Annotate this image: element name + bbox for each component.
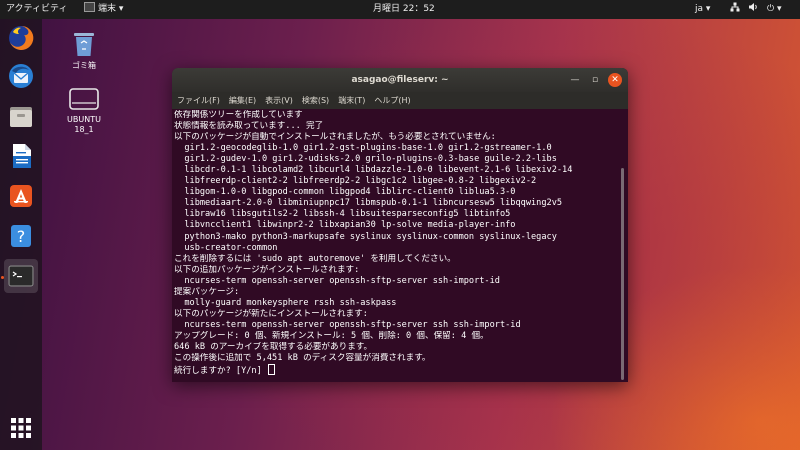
output-line: 以下の追加パッケージがインストールされます: xyxy=(174,264,360,275)
firefox-icon xyxy=(9,25,34,50)
files-icon xyxy=(10,107,32,127)
maximize-icon: ▫ xyxy=(591,75,599,85)
prompt-line: 続行しますか? [Y/n] xyxy=(174,364,614,375)
menu-search[interactable]: 検索(S) xyxy=(302,96,329,105)
dock-show-apps[interactable] xyxy=(4,411,38,445)
minimize-button[interactable]: — xyxy=(568,73,582,87)
minimize-icon: — xyxy=(570,75,580,85)
activities-button[interactable]: アクティビティ xyxy=(6,0,67,19)
terminal-icon xyxy=(8,265,34,287)
prompt-text: 続行しますか? [Y/n] xyxy=(174,366,267,376)
clock[interactable]: 月曜日 22：52 xyxy=(373,0,435,19)
output-line: 状態情報を読み取っています... 完了 xyxy=(174,121,324,132)
trash-icon xyxy=(74,33,94,56)
output-line: libraw16 libsgutils2-2 libssh-4 libsuite… xyxy=(174,209,511,220)
drive-icon xyxy=(69,88,99,110)
running-indicator xyxy=(1,276,4,279)
output-line: 以下のパッケージが新たにインストールされます: xyxy=(174,308,368,319)
menu-edit[interactable]: 編集(E) xyxy=(229,96,256,105)
terminal-output[interactable]: 依存関係ツリーを作成しています 状態情報を読み取っています... 完了 以下のパ… xyxy=(174,110,614,382)
dock-files[interactable] xyxy=(4,99,38,133)
volume-icon[interactable] xyxy=(748,0,758,19)
app-menu-label: 端末 ▾ xyxy=(98,4,124,14)
output-line: 646 kB のアーカイブを取得する必要があります。 xyxy=(174,341,373,352)
output-line: libgom-1.0-0 libgpod-common libgpod4 lib… xyxy=(174,187,516,198)
output-line: ncurses-term openssh-server openssh-sftp… xyxy=(174,275,500,286)
output-line: usb-creator-common xyxy=(174,242,278,253)
terminal-app-menu[interactable]: 端末 ▾ xyxy=(84,0,123,19)
output-line: ncurses-term openssh-server openssh-sftp… xyxy=(174,319,521,330)
thunderbird-icon xyxy=(9,64,33,88)
dock-terminal[interactable] xyxy=(4,259,38,293)
drive-label: UBUNTU 18_1 xyxy=(67,115,101,134)
text-cursor xyxy=(267,364,275,376)
desktop-drive[interactable]: UBUNTU 18_1 xyxy=(54,86,114,135)
close-button[interactable]: ✕ xyxy=(608,73,622,87)
scrollbar[interactable] xyxy=(621,168,624,380)
terminal-window[interactable]: asagao@fileserv: ~ — ▫ ✕ ファイル(F) 編集(E) 表示(… xyxy=(172,68,628,382)
dock-writer[interactable] xyxy=(4,139,38,173)
output-line: 依存関係ツリーを作成しています xyxy=(174,110,303,120)
input-method-menu[interactable]: ja ▾ xyxy=(695,0,710,19)
writer-icon xyxy=(13,144,31,168)
network-icon[interactable] xyxy=(730,0,740,19)
desktop-trash[interactable]: ゴミ箱 xyxy=(54,30,114,71)
top-bar: アクティビティ 端末 ▾ 月曜日 22：52 ja ▾ ⏻ ▾ xyxy=(0,0,800,19)
dock-thunderbird[interactable] xyxy=(4,59,38,93)
software-icon xyxy=(10,185,32,207)
menu-bar: ファイル(F) 編集(E) 表示(V) 検索(S) 端末(T) ヘルプ(H) xyxy=(172,92,628,109)
dock-firefox[interactable] xyxy=(4,21,38,55)
menu-file[interactable]: ファイル(F) xyxy=(177,96,220,105)
dock-software[interactable] xyxy=(4,179,38,213)
svg-text:?: ? xyxy=(17,227,26,246)
output-line: アップグレード: 0 個、新規インストール: 5 個、削除: 0 個、保留: 4… xyxy=(174,330,489,341)
output-line: libcdr-0.1-1 libcolamd2 libcurl4 libdazz… xyxy=(174,165,573,176)
output-line: gir1.2-geocodeglib-1.0 gir1.2-gst-plugin… xyxy=(174,143,552,154)
output-line: molly-guard monkeysphere rssh ssh-askpas… xyxy=(174,297,397,308)
terminal-small-icon xyxy=(84,2,95,12)
maximize-button[interactable]: ▫ xyxy=(588,73,602,87)
output-line: libvncclient1 libwinpr2-2 libxapian30 lp… xyxy=(174,220,516,231)
output-line: 以下のパッケージが自動でインストールされましたが、もう必要とされていません: xyxy=(174,132,496,143)
close-icon: ✕ xyxy=(611,75,619,85)
output-line: libfreerdp-client2-2 libfreerdp2-2 libgc… xyxy=(174,176,537,187)
output-line: この操作後に追加で 5,451 kB のディスク容量が消費されます。 xyxy=(174,353,431,364)
app-grid-icon xyxy=(11,418,31,438)
help-icon: ? xyxy=(11,225,31,247)
trash-label: ゴミ箱 xyxy=(72,61,96,70)
menu-view[interactable]: 表示(V) xyxy=(265,96,293,105)
dock-help[interactable]: ? xyxy=(4,219,38,253)
output-line: gir1.2-gudev-1.0 gir1.2-udisks-2.0 grilo… xyxy=(174,154,557,165)
output-line: libmediaart-2.0-0 libminiupnpc17 libmspu… xyxy=(174,198,563,209)
output-line: 提案パッケージ: xyxy=(174,286,240,297)
dock: ? xyxy=(0,19,42,450)
menu-help[interactable]: ヘルプ(H) xyxy=(374,96,410,105)
output-line: これを削除するには 'sudo apt autoremove' を利用してくださ… xyxy=(174,253,456,264)
menu-terminal[interactable]: 端末(T) xyxy=(338,96,365,105)
output-line: python3-mako python3-markupsafe syslinux… xyxy=(174,231,557,242)
window-title: asagao@fileserv: ~ xyxy=(351,75,449,85)
window-titlebar[interactable]: asagao@fileserv: ~ — ▫ ✕ xyxy=(172,68,628,92)
system-menu[interactable]: ⏻ ▾ xyxy=(767,0,782,19)
